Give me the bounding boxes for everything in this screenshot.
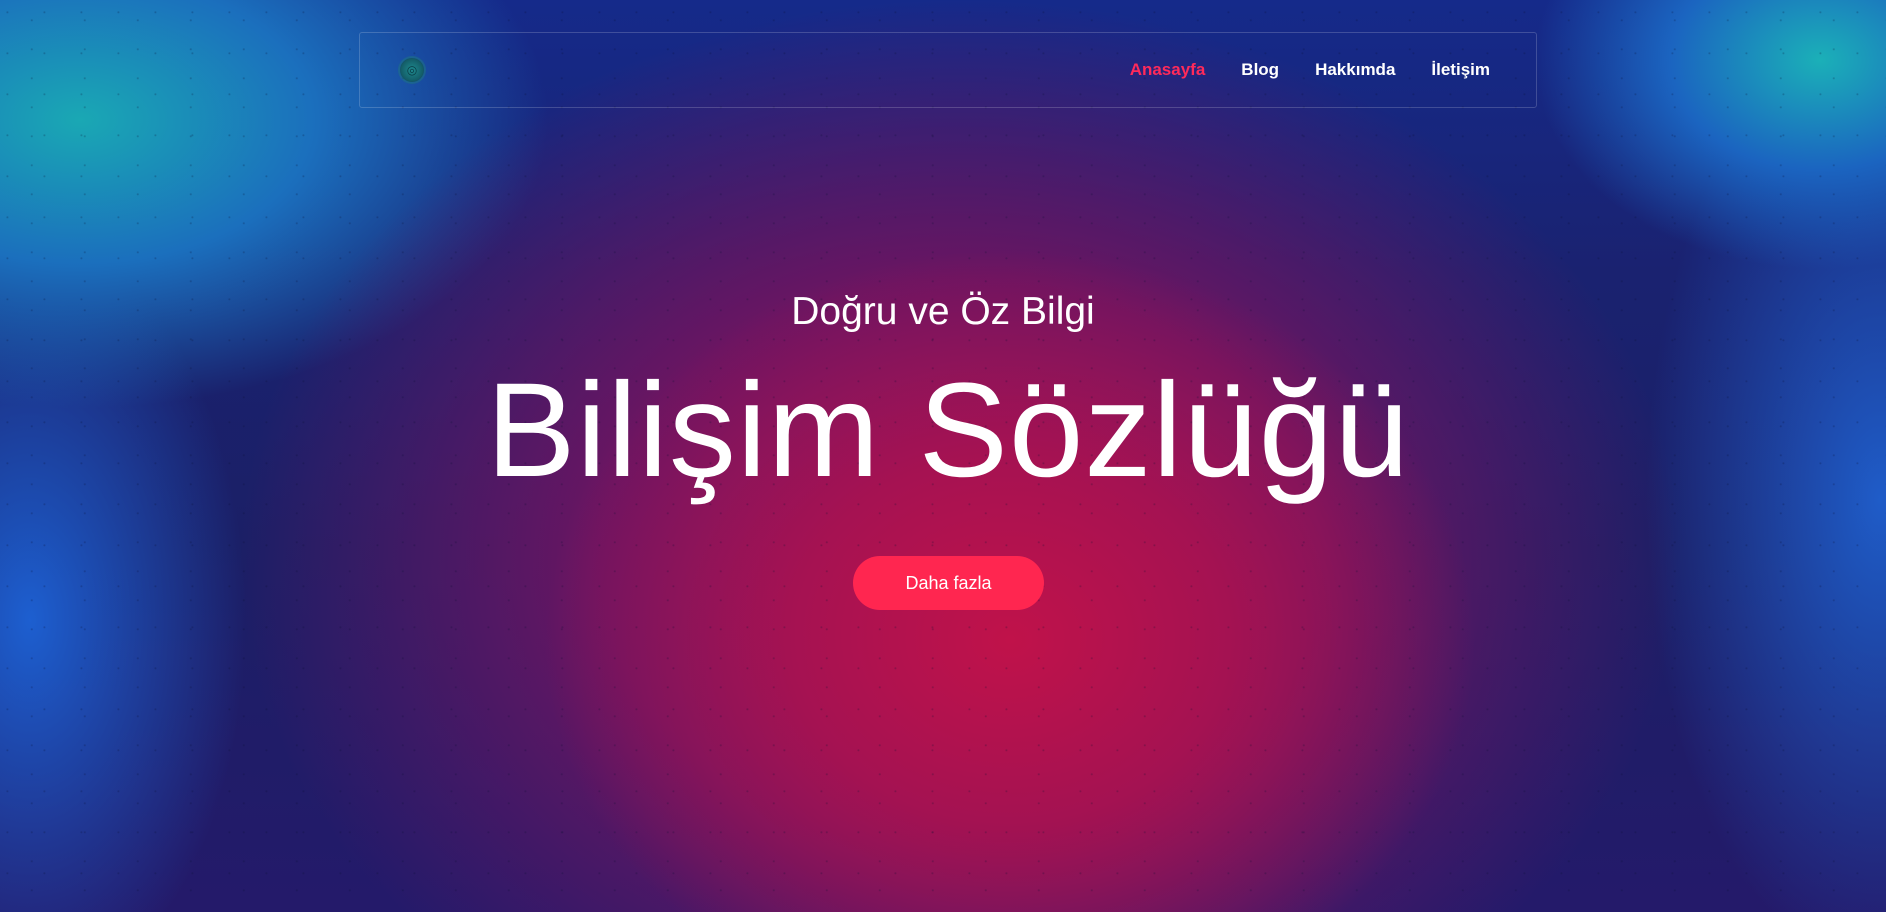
nav-link-hakkimda[interactable]: Hakkımda (1315, 60, 1395, 80)
hero-title: Bilişim Sözlüğü (486, 356, 1410, 505)
hero-section: ◎ Anasayfa Blog Hakkımda İletişim Doğru … (0, 0, 1886, 912)
nav-links: Anasayfa Blog Hakkımda İletişim (1130, 60, 1490, 80)
navbar: ◎ Anasayfa Blog Hakkımda İletişim (359, 32, 1537, 108)
globe-icon[interactable]: ◎ (400, 58, 424, 82)
hero-subtitle: Doğru ve Öz Bilgi (791, 290, 1095, 333)
nav-link-iletisim[interactable]: İletişim (1431, 60, 1490, 80)
nav-link-anasayfa[interactable]: Anasayfa (1130, 60, 1206, 80)
more-button[interactable]: Daha fazla (853, 556, 1044, 610)
nav-link-blog[interactable]: Blog (1241, 60, 1279, 80)
